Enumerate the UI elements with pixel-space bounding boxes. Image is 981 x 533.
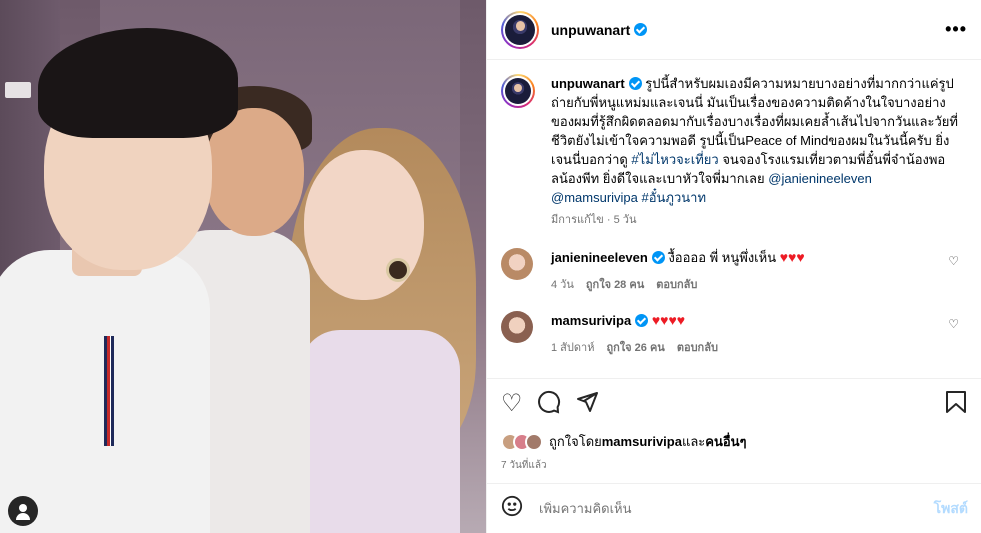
comments-section: unpuwanart รูปนี้สำหรับผมเองมีความหมายบา…	[487, 60, 981, 378]
more-options-icon[interactable]: •••	[945, 19, 967, 40]
comment-text: janienineeleven งื้ออออ พี่ หนูพึ่งเห็น …	[551, 248, 931, 267]
post-photo[interactable]	[0, 0, 486, 533]
comment-likes[interactable]: ถูกใจ 28 คน	[586, 275, 644, 293]
likes-middle: และ	[681, 434, 706, 449]
emoji-smile-icon[interactable]	[501, 495, 523, 523]
commenter-username[interactable]: mamsurivipa	[551, 313, 631, 328]
caption-avatar-image	[505, 78, 531, 104]
post-timestamp: 7 วันที่แล้ว	[501, 460, 547, 471]
comment-body: งื้ออออ พี่ หนูพึ่งเห็น	[664, 250, 777, 265]
caption: unpuwanart รูปนี้สำหรับผมเองมีความหมายบา…	[551, 74, 961, 230]
comment-bubble-icon[interactable]	[537, 390, 561, 419]
wall-outlet	[5, 82, 31, 98]
edited-label: มีการแก้ไข	[551, 214, 604, 226]
person-right-earring	[386, 258, 410, 282]
add-comment-bar: โพสต์	[487, 483, 981, 533]
person-right-dress	[300, 330, 460, 533]
caption-row: unpuwanart รูปนี้สำหรับผมเองมีความหมายบา…	[501, 74, 967, 230]
user-icon-head	[19, 504, 27, 512]
post-sidebar: unpuwanart ••• unpuwanart รูปนี้สำหรับผม…	[486, 0, 981, 533]
author-avatar[interactable]	[501, 10, 539, 49]
reply-button[interactable]: ตอบกลับ	[677, 338, 718, 356]
red-heart-emoji-icon: ♥♥♥	[779, 249, 805, 265]
liker-avatars	[501, 432, 543, 451]
comment-time: 4 วัน	[551, 279, 574, 291]
comment-meta: 1 สัปดาห์ ถูกใจ 26 คน ตอบกลับ	[551, 338, 931, 356]
comment-likes[interactable]: ถูกใจ 26 คน	[606, 338, 664, 356]
commenter-username[interactable]: janienineeleven	[551, 250, 648, 265]
user-icon-body	[16, 513, 30, 520]
verified-badge-icon	[635, 314, 649, 327]
verified-badge-icon	[628, 77, 642, 90]
caption-username[interactable]: unpuwanart	[551, 76, 625, 91]
verified-badge-icon	[634, 23, 648, 36]
comment-item: mamsurivipa ♥♥♥♥ 1 สัปดาห์ ถูกใจ 26 คน ต…	[501, 311, 967, 356]
comment-text: mamsurivipa ♥♥♥♥	[551, 311, 931, 330]
post-actions: ♡ ถูกใจโดย mamsurivipa และ คนอื่นๆ 7 วันท…	[487, 378, 981, 478]
red-heart-emoji-icon: ♥♥♥♥	[651, 312, 686, 328]
likes-others-link[interactable]: คนอื่นๆ	[705, 431, 746, 452]
person-left-hair	[38, 28, 238, 138]
likes-prefix: ถูกใจโดย	[549, 434, 602, 449]
comment-input[interactable]	[539, 501, 934, 516]
like-comment-heart-icon[interactable]: ♡	[948, 317, 959, 331]
like-heart-icon[interactable]: ♡	[501, 392, 523, 416]
liker-username[interactable]: mamsurivipa	[602, 434, 682, 449]
author-username[interactable]: unpuwanart	[551, 22, 630, 38]
post-comment-button[interactable]: โพสต์	[934, 498, 968, 520]
caption-author-avatar[interactable]	[501, 74, 535, 108]
verified-badge-icon	[651, 251, 665, 264]
comment-meta: 4 วัน ถูกใจ 28 คน ตอบกลับ	[551, 275, 931, 293]
action-icons: ♡	[501, 390, 967, 419]
bookmark-save-icon[interactable]	[945, 390, 967, 419]
likes-summary[interactable]: ถูกใจโดย mamsurivipa และ คนอื่นๆ	[501, 431, 967, 452]
person-left-shirt-stripe	[104, 336, 114, 446]
comment-item: janienineeleven งื้ออออ พี่ หนูพึ่งเห็น …	[501, 248, 967, 293]
tagged-users-button[interactable]	[8, 496, 38, 526]
author-avatar-image	[505, 14, 535, 45]
commenter-avatar[interactable]	[501, 311, 533, 343]
post-header: unpuwanart •••	[487, 0, 981, 60]
share-send-icon[interactable]	[575, 390, 599, 419]
caption-meta: มีการแก้ไข · 5 วัน	[551, 214, 637, 226]
like-comment-heart-icon[interactable]: ♡	[948, 254, 959, 268]
hashtag-link[interactable]: #ไม่ไหวจะเที่ยว	[631, 152, 718, 167]
commenter-avatar[interactable]	[501, 248, 533, 280]
caption-age: 5 วัน	[613, 214, 637, 226]
comment-time: 1 สัปดาห์	[551, 342, 595, 354]
reply-button[interactable]: ตอบกลับ	[656, 275, 697, 293]
